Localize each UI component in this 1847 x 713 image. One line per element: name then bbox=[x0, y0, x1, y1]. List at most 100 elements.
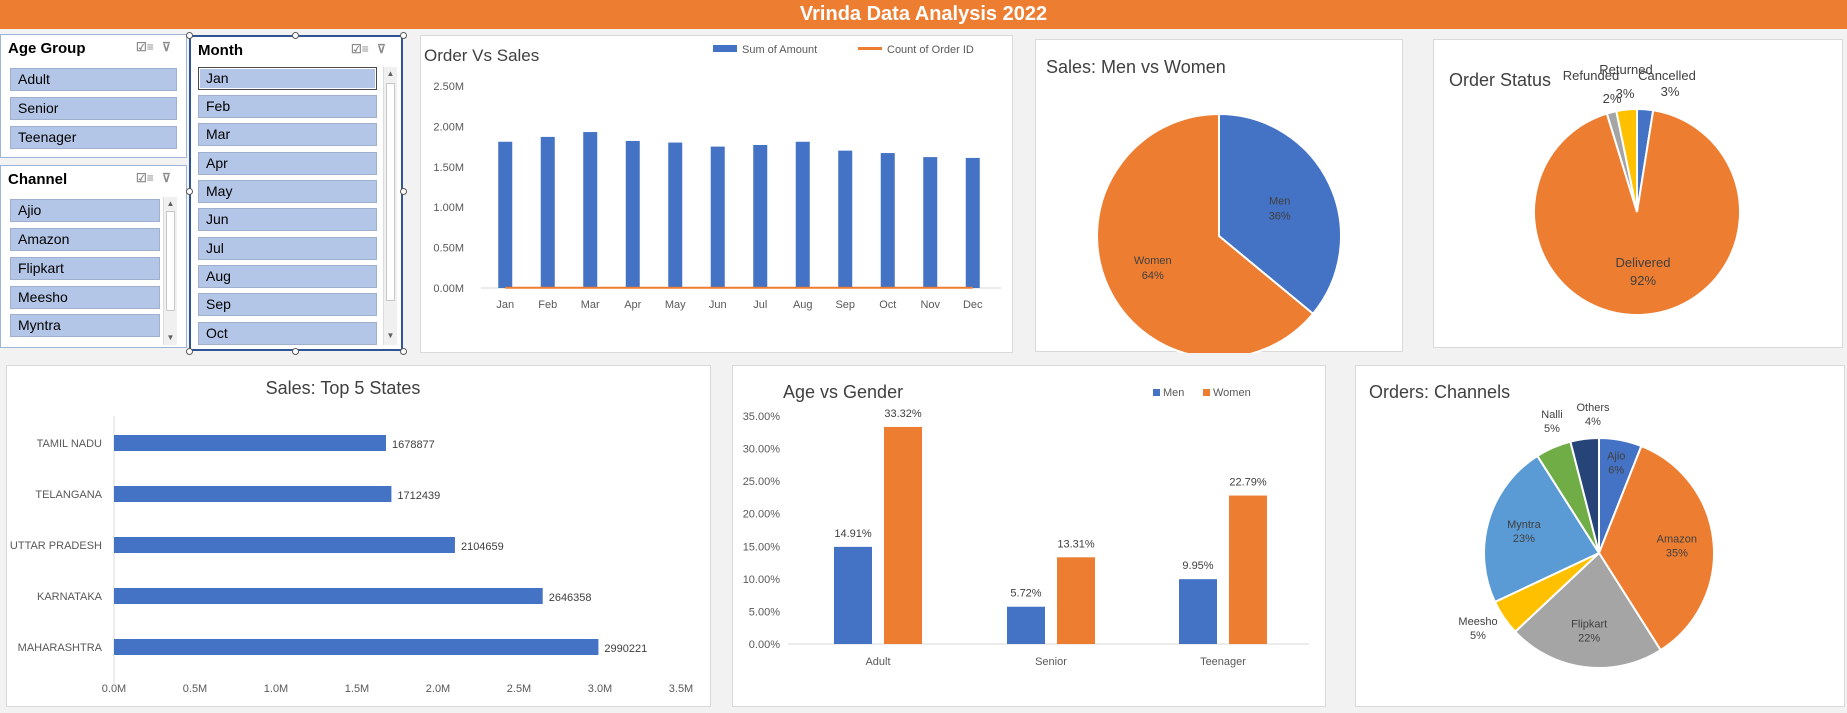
slicer-item-sep[interactable]: Sep bbox=[198, 293, 377, 316]
slicer-item-amazon[interactable]: Amazon bbox=[10, 228, 160, 251]
slicer-item-may[interactable]: May bbox=[198, 180, 377, 203]
order-status-panel: Order Status Cancelled 3% Delivered 92% Refun… bbox=[1433, 39, 1843, 348]
bar bbox=[795, 141, 810, 288]
slicer-item-teenager[interactable]: Teenager bbox=[10, 126, 177, 149]
slicer-item-jun[interactable]: Jun bbox=[198, 208, 377, 231]
channel-slicer-header: Channel ☑≡ ⊽ bbox=[1, 166, 186, 192]
clear-filter-icon[interactable]: ⊽ bbox=[162, 40, 178, 54]
month-slicer-title: Month bbox=[198, 41, 243, 59]
scroll-thumb[interactable] bbox=[386, 83, 395, 301]
resize-handle[interactable] bbox=[400, 348, 407, 355]
bar bbox=[583, 132, 598, 288]
bar bbox=[880, 153, 895, 288]
age-vs-gender-chart: Age vs Gender Men Women 0.00% 5.00% 10.00% 15.… bbox=[743, 382, 1309, 668]
age-group-slicer-header: Age Group ☑≡ ⊽ bbox=[1, 35, 186, 61]
chart-title: Order Status bbox=[1449, 70, 1551, 90]
slicer-item-aug[interactable]: Aug bbox=[198, 265, 377, 288]
channel-slicer-title: Channel bbox=[8, 170, 68, 188]
x-tick-label: Aug bbox=[793, 299, 813, 311]
order-vs-sales-panel: Order Vs Sales Sum of Amount Count of Orde… bbox=[420, 35, 1013, 353]
slicer-item-adult[interactable]: Adult bbox=[10, 68, 177, 91]
clear-filter-icon[interactable]: ⊽ bbox=[162, 171, 178, 185]
multi-select-icon[interactable]: ☑≡ bbox=[136, 40, 154, 54]
scroll-thumb[interactable] bbox=[166, 211, 175, 311]
x-tick-label: 3.5M bbox=[669, 683, 693, 695]
bar bbox=[114, 588, 543, 604]
order-status-chart: Order Status Cancelled3%Delivered92%Refun… bbox=[1449, 62, 1741, 316]
resize-handle[interactable] bbox=[186, 32, 193, 39]
slice-label: Delivered bbox=[1616, 255, 1671, 270]
chart-title: Age vs Gender bbox=[783, 382, 903, 402]
resize-handle[interactable] bbox=[292, 32, 299, 39]
bar bbox=[625, 140, 640, 288]
slice-label: Meesho bbox=[1458, 616, 1497, 628]
slicer-item-myntra[interactable]: Myntra bbox=[10, 314, 160, 337]
scroll-down-icon[interactable]: ▼ bbox=[164, 331, 177, 345]
x-tick-label: Jun bbox=[709, 299, 727, 311]
x-tick-label: Adult bbox=[865, 656, 890, 668]
chart-title: Orders: Channels bbox=[1369, 382, 1510, 402]
y-tick-label: 15.00% bbox=[743, 541, 781, 553]
bar bbox=[884, 426, 922, 644]
slicer-item-apr[interactable]: Apr bbox=[198, 152, 377, 175]
x-tick-label: Jan bbox=[496, 299, 514, 311]
resize-handle[interactable] bbox=[292, 348, 299, 355]
month-slicer: Month ☑≡ ⊽ Jan Feb Mar Apr May Jun Jul A… bbox=[189, 35, 403, 351]
channel-scrollbar[interactable]: ▲ ▼ bbox=[163, 197, 177, 345]
bar bbox=[540, 136, 555, 288]
x-tick-label: Jul bbox=[753, 299, 767, 311]
multi-select-icon[interactable]: ☑≡ bbox=[136, 171, 154, 185]
slicer-item-meesho[interactable]: Meesho bbox=[10, 286, 160, 309]
legend-label: Count of Order ID bbox=[887, 44, 974, 56]
slicer-item-flipkart[interactable]: Flipkart bbox=[10, 257, 160, 280]
men-vs-women-chart: Sales: Men vs Women Men 36% Women 64% bbox=[1046, 57, 1342, 359]
channel-slicer-tools: ☑≡ ⊽ bbox=[136, 171, 178, 185]
y-tick-label: 1.50M bbox=[433, 162, 464, 174]
resize-handle[interactable] bbox=[186, 188, 193, 195]
bar bbox=[668, 142, 683, 288]
data-label: 1678877 bbox=[392, 439, 435, 451]
scroll-down-icon[interactable]: ▼ bbox=[384, 329, 397, 343]
category-label: TAMIL NADU bbox=[37, 438, 102, 450]
y-tick-label: 5.00% bbox=[749, 606, 780, 618]
channels-panel: Orders: Channels Ajio 6% Amazon 35% Flipkart 2… bbox=[1355, 365, 1845, 707]
age-group-slicer-title: Age Group bbox=[8, 39, 86, 57]
category-label: MAHARASHTRA bbox=[18, 642, 103, 654]
slicer-item-jan[interactable]: Jan bbox=[198, 67, 377, 90]
y-tick-label: 1.00M bbox=[433, 202, 464, 214]
resize-handle[interactable] bbox=[400, 188, 407, 195]
slicer-item-ajio[interactable]: Ajio bbox=[10, 199, 160, 222]
scroll-up-icon[interactable]: ▲ bbox=[384, 67, 397, 81]
x-tick-label: 3.0M bbox=[588, 683, 612, 695]
bar bbox=[498, 141, 513, 288]
slicer-item-jul[interactable]: Jul bbox=[198, 237, 377, 260]
slice-percent: 64% bbox=[1142, 270, 1164, 282]
y-tick-label: 0.00% bbox=[749, 639, 780, 651]
chart-title: Order Vs Sales bbox=[424, 46, 539, 65]
chart-title: Sales: Men vs Women bbox=[1046, 57, 1226, 77]
bar bbox=[114, 435, 386, 451]
bar bbox=[753, 144, 768, 288]
bar bbox=[1229, 495, 1267, 644]
slice-label: Others bbox=[1576, 402, 1610, 414]
slicer-item-oct[interactable]: Oct bbox=[198, 322, 377, 345]
clear-filter-icon[interactable]: ⊽ bbox=[377, 42, 393, 56]
resize-handle[interactable] bbox=[400, 32, 407, 39]
data-label: 2990221 bbox=[604, 643, 647, 655]
x-tick-label: Apr bbox=[624, 299, 641, 311]
bar bbox=[114, 537, 455, 553]
slicer-item-mar[interactable]: Mar bbox=[198, 123, 377, 146]
x-tick-label: Sep bbox=[835, 299, 855, 311]
data-label: 14.91% bbox=[834, 528, 872, 540]
multi-select-icon[interactable]: ☑≡ bbox=[351, 42, 369, 56]
men-vs-women-panel: Sales: Men vs Women Men 36% Women 64% bbox=[1035, 39, 1403, 359]
bar bbox=[965, 157, 980, 288]
x-tick-label: 0.5M bbox=[183, 683, 207, 695]
slicer-item-feb[interactable]: Feb bbox=[198, 95, 377, 118]
resize-handle[interactable] bbox=[186, 348, 193, 355]
slicer-item-senior[interactable]: Senior bbox=[10, 97, 177, 120]
slice-percent: 3% bbox=[1616, 86, 1635, 101]
month-scrollbar[interactable]: ▲ ▼ bbox=[383, 67, 397, 345]
category-label: UTTAR PRADESH bbox=[10, 540, 102, 552]
scroll-up-icon[interactable]: ▲ bbox=[164, 197, 177, 211]
